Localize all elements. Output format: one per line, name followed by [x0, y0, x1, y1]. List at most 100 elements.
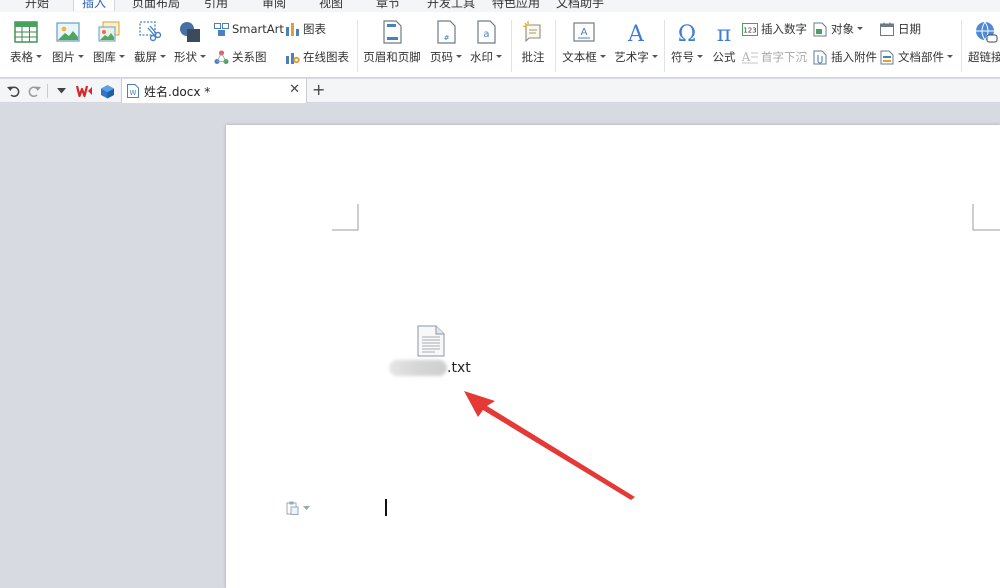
omega-icon: Ω — [674, 19, 700, 45]
calendar-icon — [879, 21, 895, 37]
clipboard-icon — [286, 501, 299, 515]
svg-text:a: a — [483, 29, 489, 40]
chevron-down-icon — [78, 55, 84, 58]
formula-label: 公式 — [712, 50, 736, 64]
document-page[interactable] — [226, 125, 1000, 588]
insert-number-button[interactable]: 123 插入数字 — [742, 20, 807, 38]
tab-references[interactable]: 引用 — [204, 0, 228, 11]
symbol-label: 符号 — [671, 50, 694, 64]
tab-features[interactable]: 特色应用 — [492, 0, 540, 11]
attachment-button[interactable]: 插入附件 — [812, 48, 877, 66]
comment-icon — [520, 19, 546, 45]
wordart-icon: A — [623, 19, 649, 45]
picture-icon — [55, 19, 81, 45]
online-chart-label: 在线图表 — [303, 50, 349, 64]
undo-button[interactable] — [6, 83, 20, 99]
shape-icon — [177, 19, 203, 45]
chevron-down-icon — [119, 55, 125, 58]
screenshot-icon — [137, 19, 163, 45]
redo-button[interactable] — [27, 83, 41, 99]
tab-home[interactable]: 开始 — [25, 0, 49, 11]
attachment-extension: .txt — [447, 360, 471, 376]
chevron-down-icon — [303, 505, 310, 510]
header-footer-label: 页眉和页脚 — [363, 50, 421, 64]
textbox-icon: A — [571, 19, 597, 45]
chevron-down-icon — [599, 55, 606, 58]
customize-dropdown[interactable] — [55, 83, 67, 99]
chevron-down-icon — [56, 88, 66, 94]
document-tab-title: 姓名.docx * — [144, 84, 211, 99]
paste-options-button[interactable] — [286, 501, 311, 515]
attachment-label: 插入附件 — [831, 50, 877, 64]
undo-icon — [6, 86, 19, 97]
chevron-down-icon — [36, 55, 42, 58]
tab-insert[interactable]: 插入 — [73, 0, 116, 11]
hyperlink-icon — [973, 19, 999, 45]
online-chart-button[interactable]: 在线图表 — [284, 48, 349, 66]
comment-button[interactable]: 批注 — [516, 18, 550, 76]
dropcap-button[interactable]: A 首字下沉 — [742, 48, 807, 66]
relation-button[interactable]: 关系图 — [213, 48, 267, 66]
ribbon-divider — [511, 20, 512, 72]
relation-label: 关系图 — [232, 50, 267, 64]
date-label: 日期 — [898, 22, 921, 36]
svg-text:A: A — [627, 22, 645, 44]
table-button[interactable]: 表格 — [8, 18, 44, 76]
chevron-down-icon — [496, 55, 502, 58]
textbox-label: 文本框 — [562, 50, 597, 64]
wordart-label: 艺术字 — [614, 50, 649, 64]
smartart-button[interactable]: SmartArt — [213, 20, 284, 38]
pi-icon: π — [711, 19, 737, 45]
symbol-button[interactable]: Ω 符号 — [669, 18, 705, 76]
page-number-button[interactable]: # 页码 — [428, 18, 464, 76]
crop-mark-right — [972, 204, 1000, 231]
shape-label: 形状 — [174, 50, 197, 64]
close-icon[interactable]: ✕ — [289, 82, 300, 98]
formula-button[interactable]: π 公式 — [709, 18, 739, 76]
svg-text:#: # — [444, 34, 450, 42]
tab-page-layout[interactable]: 页面布局 — [132, 0, 180, 11]
text-cursor — [385, 499, 387, 516]
header-footer-button[interactable]: 页眉和页脚 — [362, 18, 422, 76]
hyperlink-label: 超链接 — [968, 50, 1000, 64]
object-icon — [812, 21, 828, 37]
gallery-label: 图库 — [93, 50, 116, 64]
ribbon-divider — [357, 20, 358, 72]
wps-logo-button[interactable] — [75, 83, 93, 99]
watermark-button[interactable]: a 水印 — [468, 18, 504, 76]
object-label: 对象 — [831, 22, 854, 36]
tab-view[interactable]: 视图 — [319, 0, 343, 11]
tab-developer[interactable]: 开发工具 — [427, 0, 475, 11]
new-tab-button[interactable]: + — [312, 80, 325, 100]
doc-parts-button[interactable]: 文档部件 — [879, 48, 953, 66]
doc-parts-icon — [879, 49, 895, 65]
screenshot-button[interactable]: 截屏 — [132, 18, 168, 76]
annotation-arrow — [464, 391, 635, 500]
insert-number-label: 插入数字 — [761, 22, 807, 36]
tab-chapter[interactable]: 章节 — [376, 0, 400, 11]
tab-doc-assistant[interactable]: 文档助手 — [556, 0, 604, 11]
cloud-cube-button[interactable] — [99, 83, 115, 99]
toolbar-divider — [47, 84, 48, 98]
svg-text:123: 123 — [743, 26, 756, 34]
cube-icon — [100, 84, 114, 98]
textbox-button[interactable]: A 文本框 — [561, 18, 607, 76]
gallery-button[interactable]: 图库 — [91, 18, 127, 76]
shape-button[interactable]: 形状 — [172, 18, 208, 76]
chart-button[interactable]: 图表 — [284, 20, 326, 38]
picture-button[interactable]: 图片 — [50, 18, 86, 76]
date-button[interactable]: 日期 — [879, 20, 921, 38]
online-chart-icon — [284, 49, 300, 65]
relation-icon — [213, 49, 229, 65]
svg-text:π: π — [717, 22, 731, 44]
crop-mark-left — [332, 204, 359, 231]
hyperlink-button[interactable]: 超链接 — [966, 18, 1000, 76]
wordart-button[interactable]: A 艺术字 — [613, 18, 659, 76]
chevron-down-icon — [160, 55, 166, 58]
object-button[interactable]: 对象 — [812, 20, 863, 38]
embedded-file-object[interactable]: .txt — [389, 325, 471, 381]
document-tab[interactable]: W 姓名.docx * ✕ — [121, 79, 307, 103]
chevron-down-icon — [697, 55, 703, 58]
tab-review[interactable]: 审阅 — [262, 0, 286, 11]
doc-parts-label: 文档部件 — [898, 50, 944, 64]
